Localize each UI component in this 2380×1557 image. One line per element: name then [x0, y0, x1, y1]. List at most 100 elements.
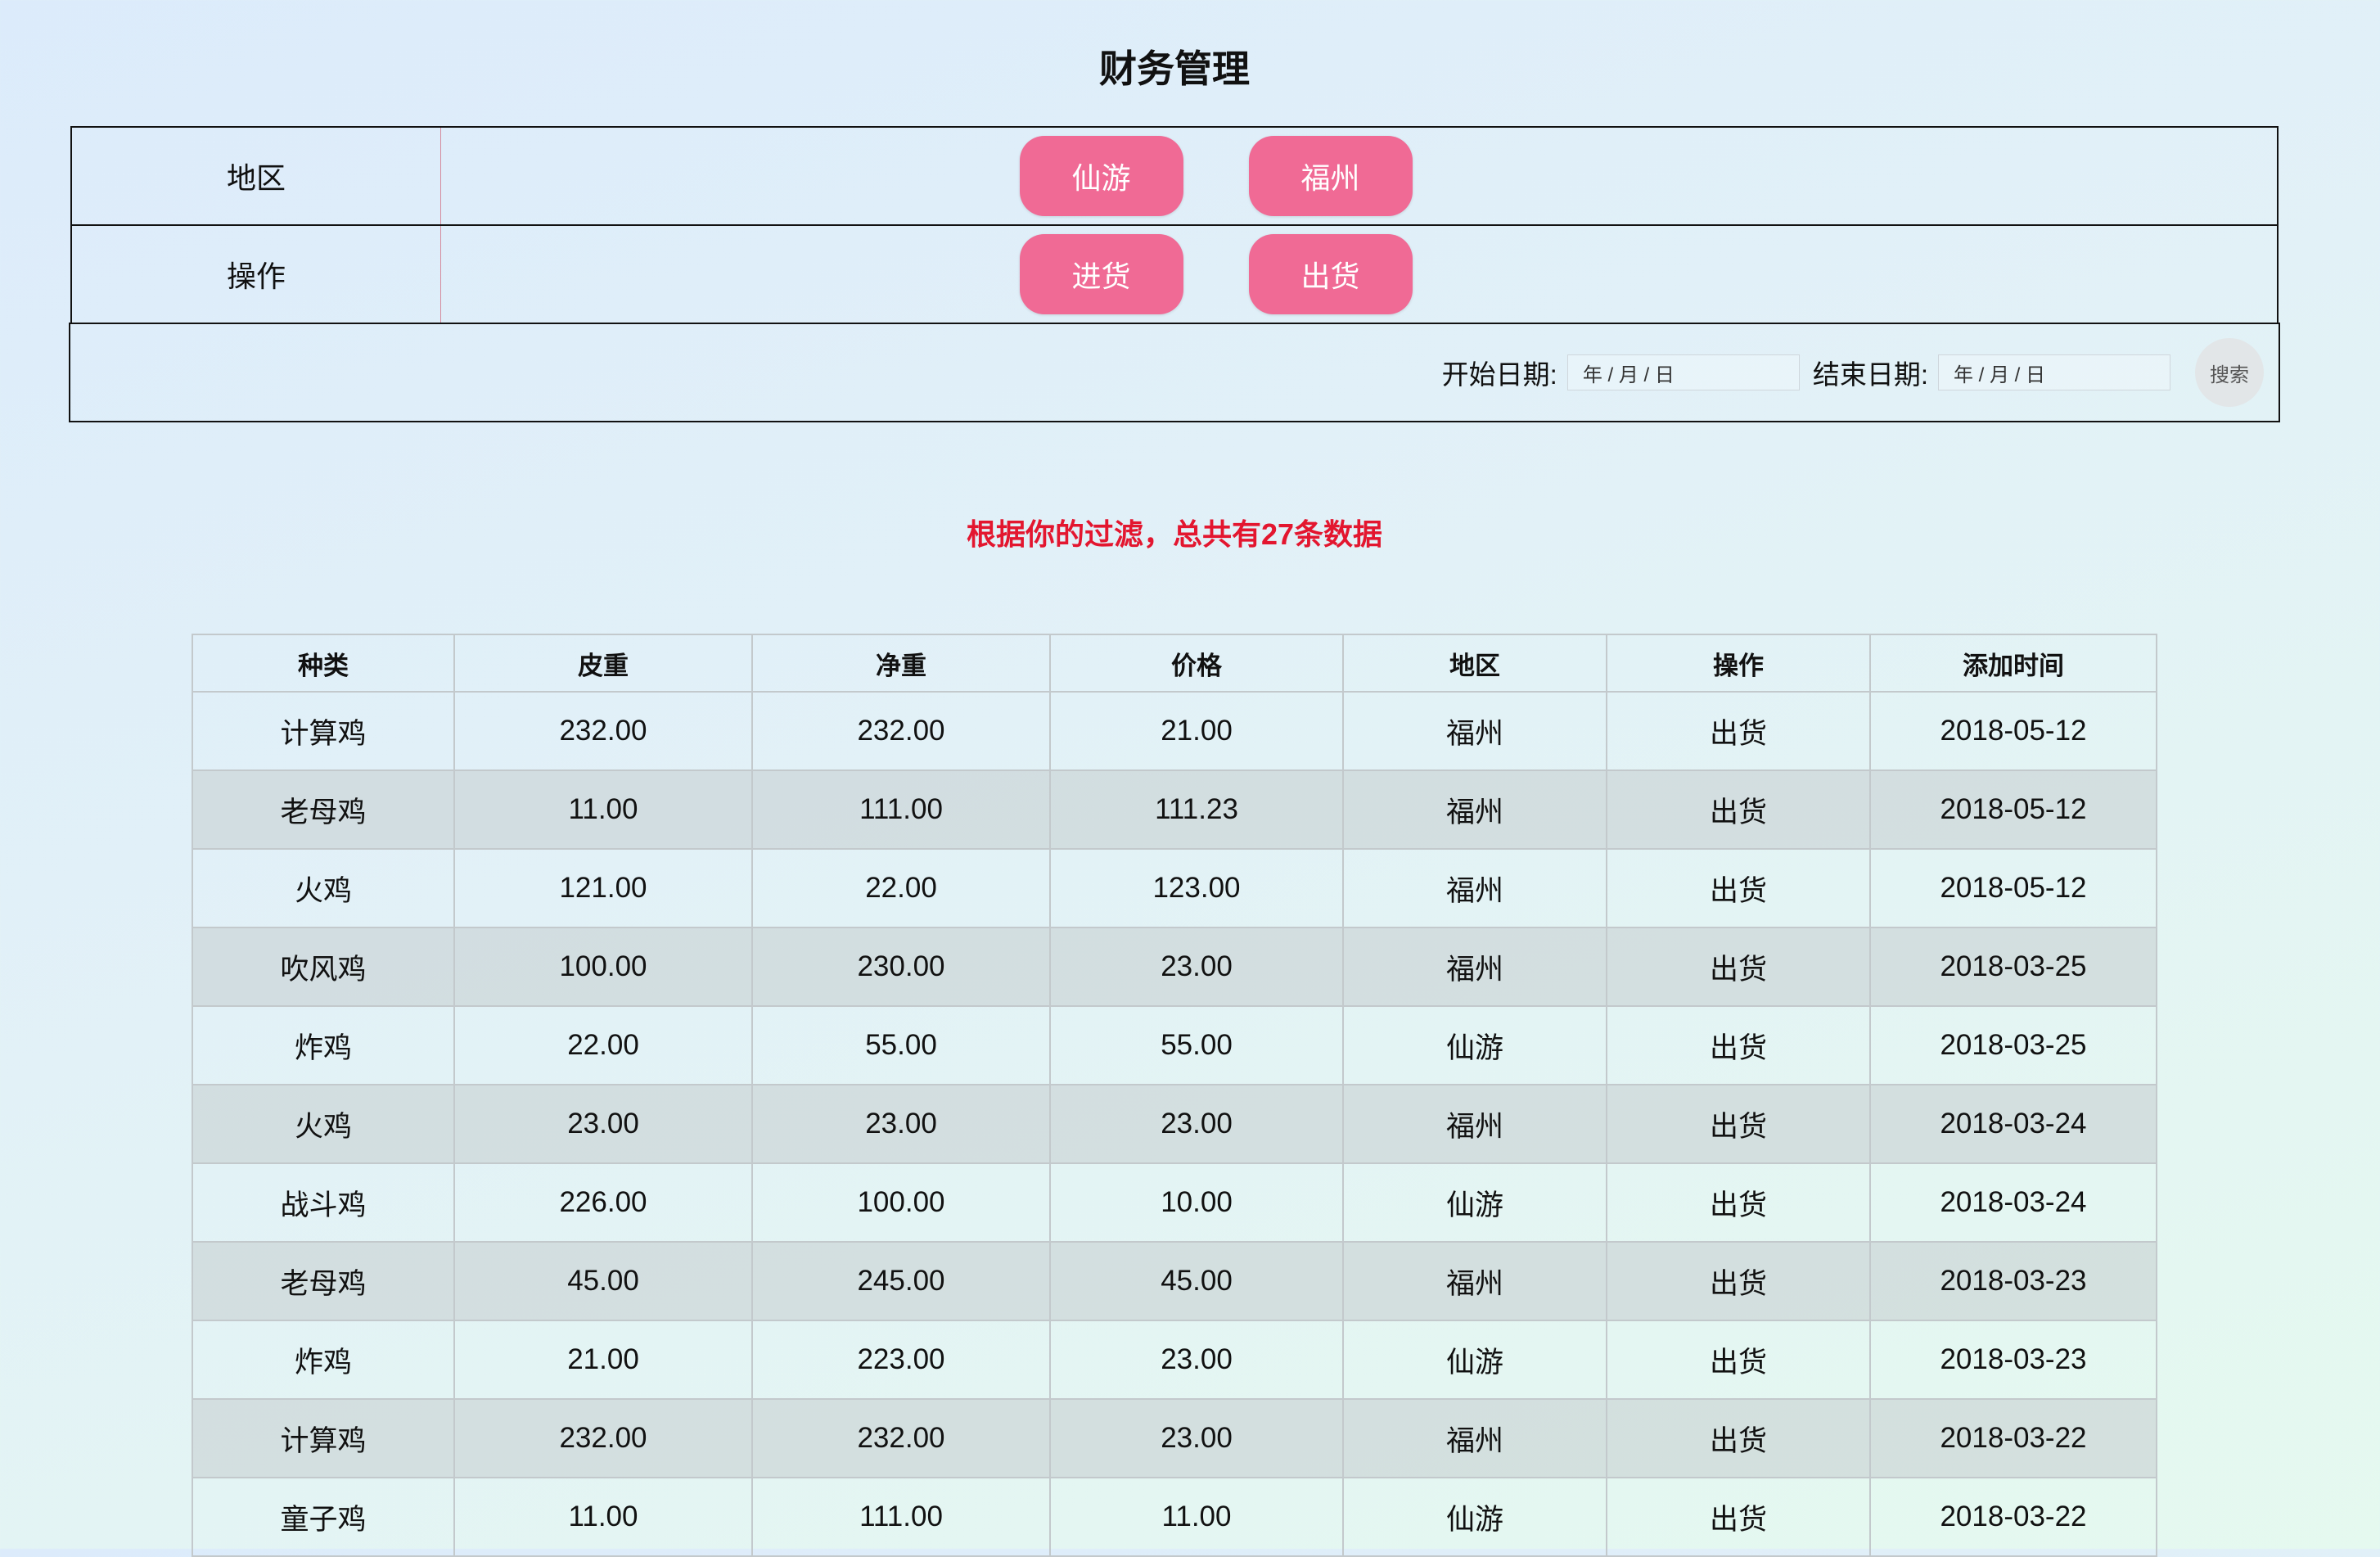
table-cell: 老母鸡 [192, 769, 455, 850]
table-row: 火鸡 121.00 22.00 123.00 福州 出货 2018-05-12 [192, 848, 2157, 928]
table-cell: 11.00 [453, 1477, 753, 1557]
table-row: 炸鸡 22.00 55.00 55.00 仙游 出货 2018-03-25 [192, 1005, 2157, 1085]
table-header-row: 种类 皮重 净重 价格 地区 操作 添加时间 [192, 634, 2157, 693]
table-cell: 火鸡 [192, 1084, 455, 1164]
table-cell: 23.00 [1049, 1398, 1344, 1478]
table-cell: 22.00 [453, 1005, 753, 1085]
table-cell: 2018-03-23 [1869, 1320, 2157, 1400]
table-cell: 223.00 [751, 1320, 1051, 1400]
table-cell: 福州 [1342, 1084, 1607, 1164]
operation-stock-in-button[interactable]: 进货 [1019, 234, 1183, 314]
table-body: 计算鸡 232.00 232.00 21.00 福州 出货 2018-05-12 老母鸡 11.… [192, 691, 2157, 1557]
table-cell: 2018-03-25 [1869, 927, 2157, 1007]
table-cell: 100.00 [453, 927, 753, 1007]
column-header: 价格 [1049, 634, 1344, 693]
end-date-label: 结束日期: [1812, 359, 1928, 390]
table-row: 火鸡 23.00 23.00 23.00 福州 出货 2018-03-24 [192, 1084, 2157, 1164]
page-title: 财务管理 [1099, 47, 1250, 90]
table-cell: 老母鸡 [192, 1241, 455, 1321]
column-header: 地区 [1342, 634, 1607, 693]
table-cell: 出货 [1606, 927, 1871, 1007]
table-cell: 仙游 [1342, 1477, 1607, 1557]
table-row: 吹风鸡 100.00 230.00 23.00 福州 出货 2018-03-25 [192, 927, 2157, 1007]
table-cell: 出货 [1606, 1477, 1871, 1557]
table-cell: 出货 [1606, 848, 1871, 928]
operation-filter-options: 进货 出货 [441, 226, 2277, 323]
table-cell: 出货 [1606, 1241, 1871, 1321]
table-cell: 出货 [1606, 1162, 1871, 1243]
table-cell: 福州 [1342, 1241, 1607, 1321]
table-cell: 226.00 [453, 1162, 753, 1243]
region-filter-row: 地区 仙游 福州 [70, 126, 2279, 224]
region-filter-options: 仙游 福州 [441, 128, 2277, 224]
table-cell: 仙游 [1342, 1162, 1607, 1243]
table-cell: 吹风鸡 [192, 927, 455, 1007]
table-cell: 福州 [1342, 1398, 1607, 1478]
table-cell: 232.00 [453, 1398, 753, 1478]
search-button[interactable]: 搜索 [2195, 338, 2264, 407]
table-cell: 火鸡 [192, 848, 455, 928]
operation-filter-label: 操作 [72, 226, 441, 323]
table-cell: 炸鸡 [192, 1005, 455, 1085]
table-cell: 23.00 [453, 1084, 753, 1164]
table-cell: 2018-03-24 [1869, 1162, 2157, 1243]
table-row: 计算鸡 232.00 232.00 21.00 福州 出货 2018-05-12 [192, 691, 2157, 771]
table-cell: 11.00 [453, 769, 753, 850]
table-cell: 计算鸡 [192, 691, 455, 771]
table-cell: 出货 [1606, 1320, 1871, 1400]
table-cell: 2018-03-22 [1869, 1398, 2157, 1478]
end-date-input[interactable] [1938, 354, 2170, 390]
table-cell: 2018-05-12 [1869, 691, 2157, 771]
start-date-label: 开始日期: [1441, 359, 1557, 390]
table-row: 童子鸡 11.00 111.00 11.00 仙游 出货 2018-03-22 [192, 1477, 2157, 1557]
table-cell: 245.00 [751, 1241, 1051, 1321]
table-cell: 45.00 [453, 1241, 753, 1321]
table-cell: 10.00 [1049, 1162, 1344, 1243]
region-xianyou-button[interactable]: 仙游 [1019, 136, 1183, 216]
table-cell: 炸鸡 [192, 1320, 455, 1400]
table-cell: 232.00 [751, 691, 1051, 771]
data-table: 种类 皮重 净重 价格 地区 操作 添加时间 计算鸡 232.00 232.00 21.00 福州出… [192, 634, 2157, 1557]
table-cell: 2018-03-23 [1869, 1241, 2157, 1321]
table-cell: 121.00 [453, 848, 753, 928]
table-cell: 23.00 [1049, 927, 1344, 1007]
table-cell: 福州 [1342, 927, 1607, 1007]
operation-stock-out-button[interactable]: 出货 [1248, 234, 1413, 314]
table-cell: 23.00 [1049, 1320, 1344, 1400]
table-cell: 230.00 [751, 927, 1051, 1007]
column-header: 皮重 [453, 634, 753, 693]
table-cell: 111.00 [751, 1477, 1051, 1557]
table-cell: 2018-03-22 [1869, 1477, 2157, 1557]
table-cell: 23.00 [751, 1084, 1051, 1164]
table-cell: 100.00 [751, 1162, 1051, 1243]
table-row: 炸鸡 21.00 223.00 23.00 仙游 出货 2018-03-23 [192, 1320, 2157, 1400]
table-cell: 出货 [1606, 769, 1871, 850]
operation-filter-row: 操作 进货 出货 [70, 224, 2279, 323]
table-cell: 2018-05-12 [1869, 769, 2157, 850]
table-cell: 童子鸡 [192, 1477, 455, 1557]
table-cell: 23.00 [1049, 1084, 1344, 1164]
region-filter-label: 地区 [72, 128, 441, 224]
table-cell: 福州 [1342, 769, 1607, 850]
table-cell: 福州 [1342, 691, 1607, 771]
table-cell: 出货 [1606, 1005, 1871, 1085]
column-header: 净重 [751, 634, 1051, 693]
table-cell: 出货 [1606, 1084, 1871, 1164]
result-summary: 根据你的过滤，总共有27条数据 [966, 517, 1383, 551]
table-row: 计算鸡 232.00 232.00 23.00 福州 出货 2018-03-22 [192, 1398, 2157, 1478]
region-fuzhou-button[interactable]: 福州 [1248, 136, 1413, 216]
table-cell: 111.00 [751, 769, 1051, 850]
table-cell: 2018-03-25 [1869, 1005, 2157, 1085]
table-cell: 仙游 [1342, 1320, 1607, 1400]
table-cell: 55.00 [1049, 1005, 1344, 1085]
table-cell: 21.00 [1049, 691, 1344, 771]
table-row: 老母鸡 11.00 111.00 111.23 福州 出货 2018-05-12 [192, 769, 2157, 850]
column-header: 种类 [192, 634, 455, 693]
table-cell: 仙游 [1342, 1005, 1607, 1085]
column-header: 操作 [1606, 634, 1871, 693]
table-cell: 22.00 [751, 848, 1051, 928]
table-cell: 111.23 [1049, 769, 1344, 850]
date-range-row: 开始日期: 结束日期: 搜索 [69, 323, 2280, 422]
start-date-input[interactable] [1566, 354, 1800, 390]
filter-panel: 地区 仙游 福州 操作 进货 出货 开始日期: 结束日期: 搜索 [69, 126, 2280, 422]
